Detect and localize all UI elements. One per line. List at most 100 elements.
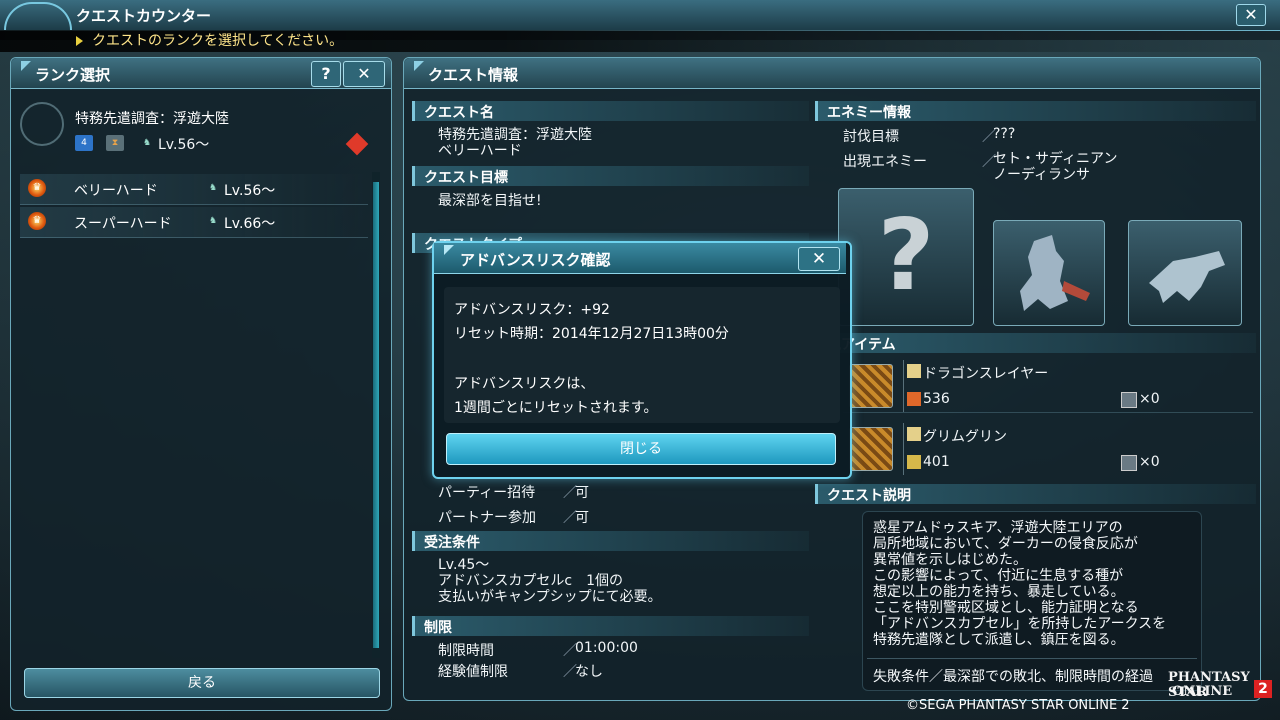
- copyright-text: ©SEGA PHANTASY STAR ONLINE 2: [906, 698, 1130, 713]
- divider: [903, 423, 904, 475]
- sword-type-icon: [907, 364, 921, 378]
- item-qty: ×0: [1139, 454, 1160, 470]
- rank-row-super-hard[interactable]: ♛ スーパーハード ♞ Lv.66～: [20, 207, 368, 238]
- beast-icon: [1149, 251, 1225, 303]
- appear-label: 出現エネミー: [843, 154, 927, 170]
- dialog-header: アドバンスリスク確認 ✕: [434, 243, 846, 274]
- time-limit-label: 制限時間: [438, 643, 494, 659]
- rank-panel-close-button[interactable]: ✕: [343, 61, 385, 87]
- item-count: 401: [923, 454, 950, 470]
- instruction-bar: クエストのランクを選択してください。: [0, 30, 1280, 52]
- divider: [903, 360, 904, 412]
- help-button[interactable]: ?: [311, 61, 341, 87]
- section-title: クエスト説明: [827, 488, 911, 504]
- attack-icon: [907, 392, 921, 406]
- reset-time: リセット時期：2014年12月27日13時00分: [454, 326, 729, 342]
- rank-panel-header: ランク選択 ? ✕: [11, 58, 391, 89]
- enemy-icon: ♞: [208, 183, 218, 193]
- quest-name-value: 特務先遣調査：浮遊大陸 ベリーハード: [438, 127, 592, 159]
- game-logo: PHANTASY STAR ONLINE 2: [1168, 662, 1274, 700]
- quest-emblem-icon: [20, 102, 64, 146]
- risk-note-line2: 1週間ごとにリセットされます。: [454, 400, 658, 416]
- selected-quest-card[interactable]: 特務先遣調査：浮遊大陸 4 ⧗ ♞ Lv.56～: [20, 96, 370, 162]
- section-description: クエスト説明: [815, 484, 1256, 504]
- rank-level: Lv.56～: [224, 183, 276, 199]
- exp-limit-label: 経験値制限: [438, 664, 508, 680]
- rank-list-scrollbar[interactable]: [372, 172, 380, 658]
- logo-line2: ONLINE: [1172, 684, 1233, 699]
- item-row-grimgrin[interactable]: グリムグリン 401 ×0: [843, 423, 1253, 475]
- party-invite-value: 可: [575, 485, 589, 501]
- target-value: ???: [993, 126, 1016, 142]
- advance-risk-dialog: アドバンスリスク確認 ✕ アドバンスリスク：+92 リセット時期：2014年12…: [432, 241, 852, 479]
- hourglass-icon: ⧗: [106, 135, 124, 151]
- enemy-portrait-seto[interactable]: [993, 220, 1105, 326]
- scrollbar-thumb[interactable]: [373, 182, 379, 648]
- quest-goal-value: 最深部を目指せ!: [438, 193, 542, 209]
- rank-row-very-hard[interactable]: ♛ ベリーハード ♞ Lv.56～: [20, 174, 368, 205]
- risk-note-line1: アドバンスリスクは、: [454, 376, 595, 392]
- section-quest-name: クエスト名: [412, 101, 809, 121]
- exp-limit-value: なし: [575, 664, 603, 680]
- rank-panel-title: ランク選択: [20, 61, 111, 84]
- item-name: ドラゴンスレイヤー: [923, 366, 1049, 382]
- party-count: 4: [81, 138, 87, 148]
- question-mark-icon: ?: [877, 199, 935, 313]
- axe-icon: [849, 427, 893, 471]
- section-title: 制限: [424, 620, 452, 636]
- attack-icon: [907, 455, 921, 469]
- instruction-text: クエストのランクを選択してください。: [92, 33, 344, 49]
- target-label: 討伐目標: [843, 129, 899, 145]
- window-title-bar: クエストカウンター ✕: [0, 0, 1280, 31]
- enemy-icon: ♞: [208, 216, 218, 226]
- enemy-portrait-nodiransa[interactable]: [1128, 220, 1242, 326]
- advance-risk-value: アドバンスリスク：+92: [454, 302, 610, 318]
- item-count: 536: [923, 391, 950, 407]
- logo-number: 2: [1254, 680, 1272, 698]
- enemy-icon: ♞: [142, 138, 152, 148]
- time-limit-value: 01:00:00: [575, 640, 638, 656]
- quest-level: Lv.56～: [158, 137, 210, 153]
- window-close-button[interactable]: ✕: [1236, 4, 1266, 26]
- rank-label: スーパーハード: [74, 216, 172, 232]
- appear-value: セト・サディニアン ノーディランサ: [993, 151, 1118, 183]
- crown-icon: ♛: [28, 179, 46, 197]
- sword-icon: [849, 364, 893, 408]
- section-items: 現アイテム: [815, 333, 1256, 353]
- item-qty: ×0: [1139, 391, 1160, 407]
- section-conditions: 受注条件: [412, 531, 809, 551]
- grid-icon: [1121, 392, 1137, 408]
- rank-level: Lv.66～: [224, 216, 276, 232]
- partner-value: 可: [575, 510, 589, 526]
- quest-name: 特務先遣調査：浮遊大陸: [75, 111, 229, 127]
- description-body: 惑星アムドゥスキア、浮遊大陸エリアの 局所地域において、ダーカーの侵食反応が 異…: [873, 520, 1167, 648]
- close-dialog-button[interactable]: 閉じる: [446, 433, 836, 465]
- back-button[interactable]: 戻る: [24, 668, 380, 698]
- instruction-arrow-icon: [76, 36, 83, 46]
- item-row-dragon-slayer[interactable]: ドラゴンスレイヤー 536 ×0: [843, 360, 1253, 413]
- unknown-enemy-portrait[interactable]: ?: [838, 188, 974, 326]
- quest-info-title: クエスト情報: [413, 61, 519, 84]
- risk-diamond-icon: [345, 132, 369, 156]
- quest-info-header: クエスト情報: [404, 58, 1260, 89]
- section-limits: 制限: [412, 616, 809, 636]
- partner-label: パートナー参加: [438, 510, 536, 526]
- section-enemy-info: エネミー情報: [815, 101, 1256, 121]
- party-count-icon: 4: [75, 135, 93, 151]
- divider: [867, 658, 1197, 659]
- crown-icon: ♛: [28, 212, 46, 230]
- item-name: グリムグリン: [923, 429, 1007, 445]
- description-box: 惑星アムドゥスキア、浮遊大陸エリアの 局所地域において、ダーカーの侵食反応が 異…: [862, 511, 1202, 691]
- dragon-warrior-icon: [1020, 235, 1090, 311]
- title-arc-decoration: [4, 2, 72, 30]
- section-title: クエスト名: [424, 105, 494, 121]
- dialog-title: アドバンスリスク確認: [443, 245, 611, 269]
- section-title: クエスト目標: [424, 170, 508, 186]
- party-invite-label: パーティー招待: [438, 485, 536, 501]
- axe-type-icon: [907, 427, 921, 441]
- rank-label: ベリーハード: [74, 183, 158, 199]
- section-title: 受注条件: [424, 535, 480, 551]
- window-title: クエストカウンター: [76, 7, 212, 25]
- dialog-close-button[interactable]: ✕: [798, 247, 840, 271]
- fail-conditions: 失敗条件／最深部での敗北、制限時間の経過: [873, 669, 1153, 685]
